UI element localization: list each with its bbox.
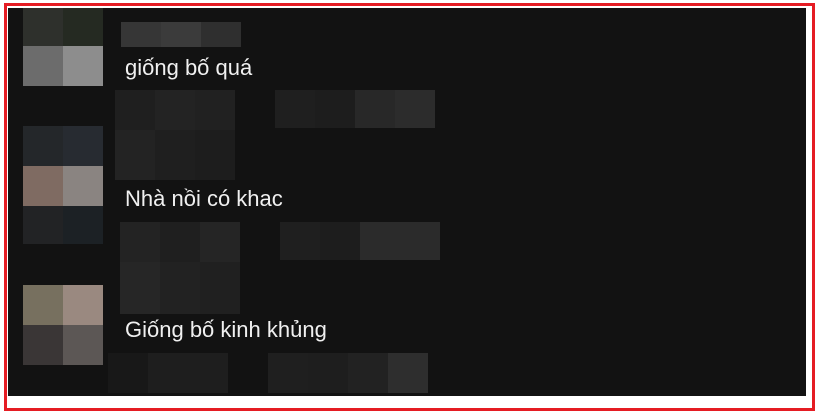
comment-thread: giống bố quá Nhà nồi có khac Giống bố ki… [8,8,806,396]
comment-text: Nhà nồi có khac [125,186,283,211]
comment-text: giống bố quá [125,55,253,80]
comment-text: Giống bố kinh khủng [125,317,327,342]
